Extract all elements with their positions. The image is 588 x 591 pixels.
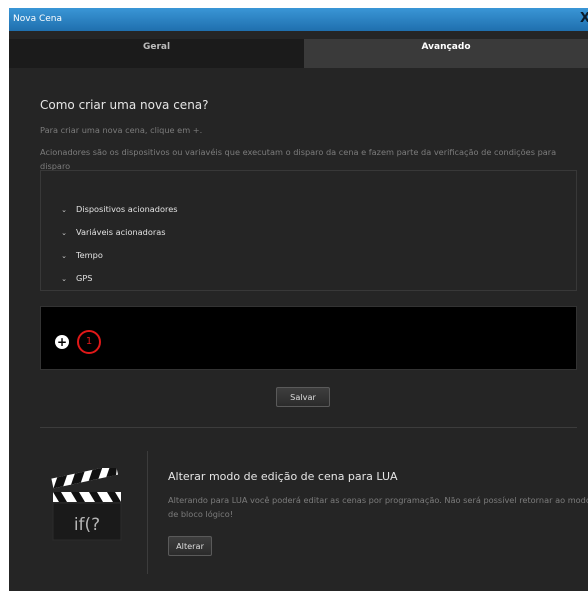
lua-icon-text: if(? xyxy=(74,515,100,535)
dialog-titlebar[interactable]: Nova Cena X xyxy=(9,8,588,31)
tab-avancado[interactable]: Avançado xyxy=(304,39,588,68)
tab-bar: Geral Avançado xyxy=(9,39,588,68)
intro-text-triggers: Acionadores são os dispositivos ou varia… xyxy=(40,147,557,171)
lua-description: Alterando para LUA você poderá editar as… xyxy=(168,495,588,519)
trigger-label: GPS xyxy=(76,273,93,283)
chevron-down-icon: ⌄ xyxy=(61,275,67,283)
trigger-list: ⌄ Dispositivos acionadores ⌄ Variáveis aci… xyxy=(40,170,577,291)
scene-dialog: Nova Cena X Geral Avançado Como criar um… xyxy=(9,8,588,591)
intro-text-create: Para criar uma nova cena, clique em +. xyxy=(40,125,203,135)
chevron-down-icon: ⌄ xyxy=(61,206,67,214)
trigger-item-variables[interactable]: ⌄ Variáveis acionadoras xyxy=(59,227,166,239)
tab-geral[interactable]: Geral xyxy=(9,39,304,68)
trigger-item-gps[interactable]: ⌄ GPS xyxy=(59,273,92,285)
trigger-item-time[interactable]: ⌄ Tempo xyxy=(59,250,103,262)
trigger-label: Variáveis acionadoras xyxy=(76,227,166,237)
save-button[interactable]: Salvar xyxy=(276,387,330,407)
chevron-down-icon: ⌄ xyxy=(61,252,67,260)
dialog-title: Nova Cena xyxy=(13,14,62,24)
lua-section-divider xyxy=(147,451,148,574)
scene-block-editor[interactable]: + 1 xyxy=(40,306,577,370)
close-button[interactable]: X xyxy=(580,11,588,26)
add-block-icon[interactable]: + xyxy=(55,335,69,349)
lua-clapperboard-icon: if(? xyxy=(51,468,122,541)
trigger-item-devices[interactable]: ⌄ Dispositivos acionadores xyxy=(59,204,178,216)
trigger-label: Tempo xyxy=(76,250,103,260)
page-heading: Como criar uma nova cena? xyxy=(40,98,209,112)
step-number-badge: 1 xyxy=(77,330,101,354)
chevron-down-icon: ⌄ xyxy=(61,229,67,237)
lua-heading: Alterar modo de edição de cena para LUA xyxy=(168,470,398,483)
trigger-label: Dispositivos acionadores xyxy=(76,204,178,214)
section-divider xyxy=(40,427,577,428)
change-mode-button[interactable]: Alterar xyxy=(168,536,212,556)
